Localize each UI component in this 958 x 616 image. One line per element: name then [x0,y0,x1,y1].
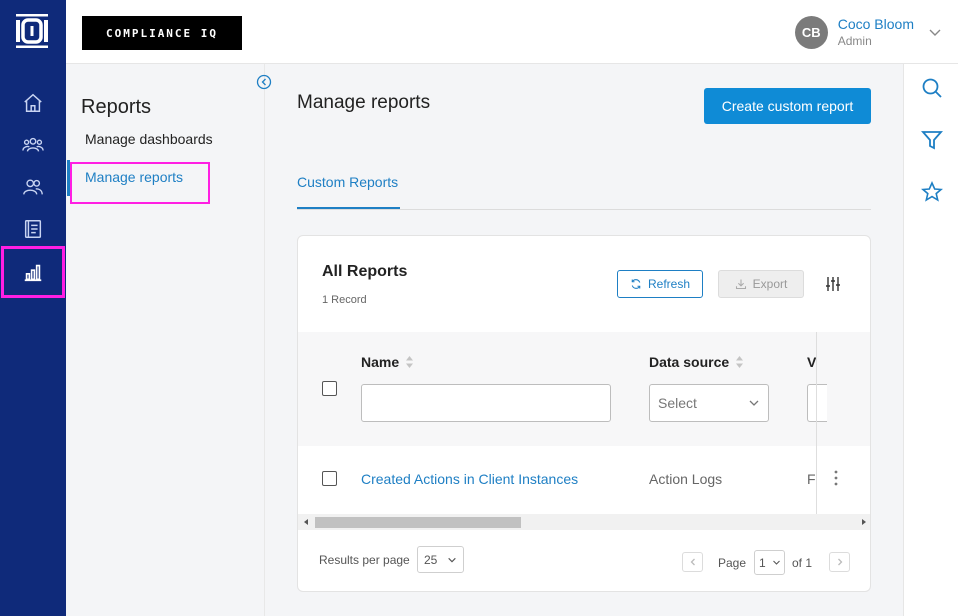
page-label: Page [718,556,747,570]
right-tool-rail [903,64,958,616]
avatar: CB [794,15,828,49]
next-page-button[interactable] [829,552,850,572]
app-rail [0,0,66,616]
sort-icon[interactable] [735,355,744,369]
star-icon[interactable] [920,180,944,204]
filter-icon[interactable] [920,128,944,152]
top-header: COMPLIANCE IQ CB Coco Bloom Admin [66,0,958,64]
data-source-filter-select[interactable]: Select [649,384,769,422]
export-button[interactable]: Export [718,270,804,298]
results-per-page-select[interactable]: 25 [417,546,464,573]
chevron-left-icon [690,558,695,566]
table-row: Created Actions in Client Instances Acti… [298,446,870,514]
subnav-title: Reports [81,96,152,118]
users-icon [22,137,44,152]
column-header-name[interactable]: Name [361,354,414,370]
groups-icon [23,179,43,195]
scrollbar-thumb[interactable] [315,517,521,528]
rail-item-groups[interactable] [14,170,52,204]
rail-active-highlight [1,246,65,298]
report-name-link[interactable]: Created Actions in Client Instances [361,471,578,487]
partial-filter-input[interactable] [807,384,827,422]
record-count: 1 Record [322,294,367,306]
more-options-icon[interactable] [832,468,840,488]
home-icon [24,93,42,112]
rail-item-documents[interactable] [14,212,52,246]
chevron-right-icon [837,558,842,566]
export-label: Export [752,277,788,291]
app-logo-icon[interactable] [14,12,50,50]
chevron-down-icon [448,557,456,562]
previous-page-button[interactable] [682,552,703,572]
tab-active-underline [297,207,400,209]
sticky-column-divider [816,332,817,514]
rail-item-home[interactable] [14,86,52,120]
chevron-down-icon[interactable] [928,25,942,39]
user-menu[interactable]: CB Coco Bloom Admin [794,14,942,50]
reports-subnav: Reports Manage dashboards Manage reports [66,64,272,616]
refresh-button[interactable]: Refresh [617,270,703,298]
data-source-placeholder: Select [658,395,697,411]
report-partial-cell: F [807,471,816,487]
column-header-data-source[interactable]: Data source [649,354,744,370]
card-title: All Reports [322,263,408,280]
select-all-checkbox[interactable] [322,381,337,396]
per-page-value: 25 [424,552,438,567]
page-of-label: of 1 [792,556,813,570]
refresh-label: Refresh [647,277,691,291]
search-icon[interactable] [920,76,944,100]
results-per-page-label: Results per page [319,553,410,567]
page-title: Manage reports [297,92,431,113]
scroll-right-icon[interactable] [860,518,868,526]
brand-logo[interactable]: COMPLIANCE IQ [82,16,242,50]
chevron-down-icon [773,560,780,565]
create-custom-report-button[interactable]: Create custom report [704,88,871,124]
user-name: Coco Bloom [837,16,914,32]
subnav-item-manage-dashboards[interactable]: Manage dashboards [85,131,213,147]
column-header-partial[interactable]: V [807,354,816,370]
scroll-left-icon[interactable] [302,518,310,526]
report-data-source: Action Logs [649,471,723,487]
page-select[interactable]: 1 [754,550,785,575]
reports-card: All Reports 1 Record Refresh Export Name… [297,235,871,592]
page-value: 1 [759,555,766,570]
subnav-active-highlight [70,162,210,204]
column-name-label: Name [361,354,400,370]
horizontal-scrollbar[interactable] [298,514,870,530]
main-content: Manage reports Create custom report Cust… [265,64,903,616]
chevron-down-icon [749,400,759,406]
row-checkbox[interactable] [322,471,337,486]
refresh-icon [631,279,641,289]
column-settings-icon[interactable] [823,274,843,294]
tab-divider [297,209,871,210]
tab-custom-reports[interactable]: Custom Reports [297,174,398,190]
sort-icon[interactable] [405,355,414,369]
document-icon [24,220,42,238]
column-partial-label: V [807,354,817,370]
name-filter-input[interactable] [361,384,611,422]
user-role: Admin [837,34,872,48]
table-header: Name Data source Select V [298,332,870,446]
column-data-source-label: Data source [649,354,730,370]
download-icon [735,279,746,290]
rail-item-users[interactable] [14,128,52,162]
